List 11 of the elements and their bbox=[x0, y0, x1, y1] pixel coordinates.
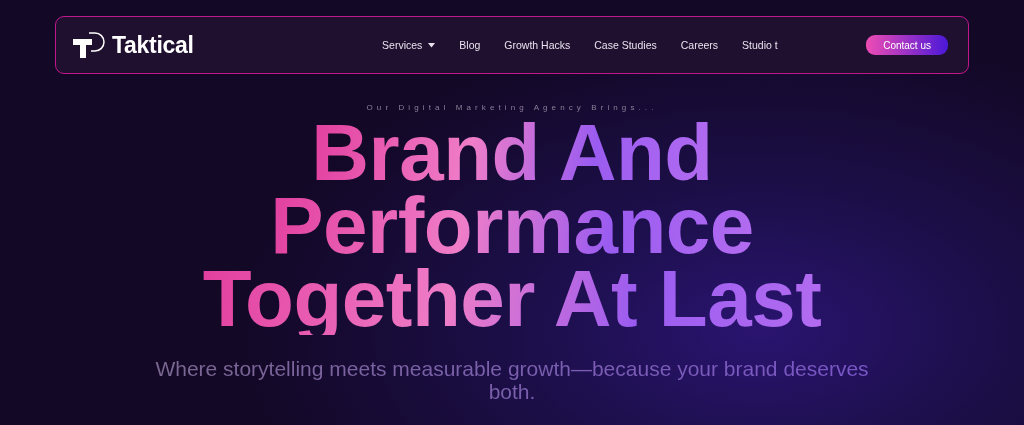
caret-icon bbox=[428, 42, 436, 48]
nav-link[interactable]: Careers bbox=[680, 39, 719, 51]
nav-link[interactable]: Blog bbox=[459, 39, 481, 51]
nav-link[interactable]: Case Studies bbox=[594, 39, 657, 51]
nav-link[interactable]: Studio t bbox=[742, 39, 778, 51]
nav-link[interactable]: Services bbox=[382, 39, 436, 51]
brand-name[interactable]: Taktical bbox=[112, 31, 194, 59]
tagline: Our Digital Marketing Agency Brings... bbox=[366, 103, 658, 112]
contact-button[interactable]: Contact us bbox=[866, 35, 948, 55]
nav-link[interactable]: Growth Hacks bbox=[504, 39, 571, 51]
logo-icon[interactable] bbox=[72, 30, 106, 60]
